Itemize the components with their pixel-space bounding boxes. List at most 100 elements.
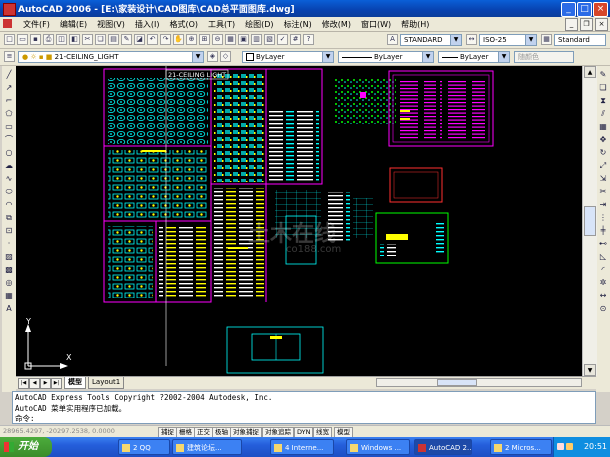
prev-tab-icon[interactable]: ◀ (29, 378, 40, 389)
taskbar-item-internet[interactable]: 4 Interne... (270, 439, 334, 455)
multiline-text-icon[interactable]: A (4, 303, 15, 314)
last-tab-icon[interactable]: ▶| (51, 378, 62, 389)
menu-dimension[interactable]: 标注(N) (279, 18, 317, 31)
dim-radius-icon[interactable]: ⊙ (598, 303, 609, 314)
gradient-icon[interactable]: ▩ (4, 264, 15, 275)
copy-icon[interactable]: ❏ (95, 34, 106, 45)
help-icon[interactable]: ? (303, 34, 314, 45)
next-tab-icon[interactable]: ▶ (40, 378, 51, 389)
markup-icon[interactable]: ✓ (277, 34, 288, 45)
scroll-thumb[interactable] (584, 206, 596, 236)
hscroll-thumb[interactable] (437, 379, 477, 386)
layer-select[interactable]: ● ☼ ▪ ■ 21-CEILING_LIGHT ▼ (18, 51, 204, 63)
menu-file[interactable]: 文件(F) (18, 18, 55, 31)
command-window[interactable]: AutoCAD Express Tools Copyright ?2002-20… (12, 391, 596, 424)
scroll-up-icon[interactable]: ▲ (584, 66, 596, 78)
copy-object-icon[interactable]: ❏ (598, 82, 609, 93)
polyline-icon[interactable]: ⌐ (4, 95, 15, 106)
point-icon[interactable]: · (4, 238, 15, 249)
array-icon[interactable]: ▦ (598, 121, 609, 132)
doc-close-button[interactable]: × (595, 18, 608, 31)
region-icon[interactable]: ◎ (4, 277, 15, 288)
polygon-icon[interactable]: ⬠ (4, 108, 15, 119)
taskbar-item-windows[interactable]: Windows ... (346, 439, 410, 455)
explode-icon[interactable]: ✲ (598, 277, 609, 288)
open-icon[interactable]: ▭ (17, 34, 28, 45)
menu-draw[interactable]: 绘图(D) (240, 18, 278, 31)
ellipse-arc-icon[interactable]: ◠ (4, 199, 15, 210)
scale-icon[interactable]: ⤢ (598, 160, 609, 171)
insert-block-icon[interactable]: ⧉ (4, 212, 15, 223)
calculator-icon[interactable]: # (290, 34, 301, 45)
layer-manager-icon[interactable]: ≡ (4, 51, 15, 62)
construction-line-icon[interactable]: ↗ (4, 82, 15, 93)
tray-icon[interactable] (566, 443, 573, 450)
make-block-icon[interactable]: ⊡ (4, 225, 15, 236)
break-at-point-icon[interactable]: ⋮ (598, 212, 609, 223)
erase-icon[interactable]: ✎ (598, 69, 609, 80)
trim-icon[interactable]: ✂ (598, 186, 609, 197)
doc-restore-button[interactable]: ❐ (580, 18, 593, 31)
stretch-icon[interactable]: ⇲ (598, 173, 609, 184)
maximize-button[interactable]: □ (577, 2, 592, 17)
block-editor-icon[interactable]: ◪ (134, 34, 145, 45)
taskbar-item-forum[interactable]: 建筑论坛... (172, 439, 242, 455)
break-icon[interactable]: ╪ (598, 225, 609, 236)
menu-format[interactable]: 格式(O) (164, 18, 203, 31)
preview-icon[interactable]: ◫ (56, 34, 67, 45)
hatch-icon[interactable]: ▨ (4, 251, 15, 262)
doc-minimize-button[interactable]: _ (565, 18, 578, 31)
menu-view[interactable]: 视图(V) (92, 18, 130, 31)
cut-icon[interactable]: ✂ (82, 34, 93, 45)
match-properties-icon[interactable]: ✎ (121, 34, 132, 45)
drawing-area[interactable]: 21-CEILING LIGHT 土木在线 co188.com Y X (16, 66, 582, 376)
circle-icon[interactable]: ○ (4, 147, 15, 158)
tab-model[interactable]: 模型 (64, 377, 86, 389)
zoom-previous-icon[interactable]: ⊖ (212, 34, 223, 45)
tab-layout1[interactable]: Layout1 (88, 377, 125, 389)
menu-insert[interactable]: 插入(I) (130, 18, 165, 31)
linetype-select[interactable]: ByLayer ▼ (338, 51, 434, 63)
zoom-window-icon[interactable]: ⊞ (199, 34, 210, 45)
publish-icon[interactable]: ◧ (69, 34, 80, 45)
save-icon[interactable]: ▪ (30, 34, 41, 45)
text-style-select[interactable]: STANDARD ▼ (400, 34, 462, 46)
rotate-icon[interactable]: ↻ (598, 147, 609, 158)
vertical-scrollbar[interactable]: ▲ ▼ (582, 66, 597, 376)
rectangle-icon[interactable]: ▭ (4, 121, 15, 132)
paste-icon[interactable]: ▤ (108, 34, 119, 45)
new-icon[interactable]: □ (4, 34, 15, 45)
scroll-down-icon[interactable]: ▼ (584, 364, 596, 376)
menu-window[interactable]: 窗口(W) (356, 18, 396, 31)
pan-icon[interactable]: ✋ (173, 34, 184, 45)
table-style-select[interactable]: Standard (554, 34, 606, 46)
autocad-app-icon[interactable] (3, 3, 16, 16)
menu-modify[interactable]: 修改(M) (317, 18, 356, 31)
table-icon[interactable]: ▦ (4, 290, 15, 301)
ellipse-icon[interactable]: ⬭ (4, 186, 15, 197)
menu-edit[interactable]: 编辑(E) (55, 18, 92, 31)
tray-icon[interactable] (557, 443, 564, 450)
redo-icon[interactable]: ↷ (160, 34, 171, 45)
taskbar-item-autocad[interactable]: AutoCAD 2... (414, 439, 472, 455)
design-center-icon[interactable]: ▣ (238, 34, 249, 45)
tool-palettes-icon[interactable]: ▥ (251, 34, 262, 45)
dim-style-select[interactable]: ISO-25 ▼ (479, 34, 537, 46)
close-button[interactable]: × (593, 2, 608, 17)
taskbar-item-qq[interactable]: 2 QQ (118, 439, 170, 455)
properties-icon[interactable]: ▦ (225, 34, 236, 45)
spline-icon[interactable]: ∿ (4, 173, 15, 184)
zoom-realtime-icon[interactable]: ⊕ (186, 34, 197, 45)
menu-help[interactable]: 帮助(H) (396, 18, 434, 31)
revision-cloud-icon[interactable]: ☁ (4, 160, 15, 171)
extend-icon[interactable]: ⇥ (598, 199, 609, 210)
minimize-button[interactable]: _ (561, 2, 576, 17)
horizontal-scrollbar[interactable] (376, 378, 582, 387)
dim-linear-icon[interactable]: ↔ (598, 290, 609, 301)
offset-icon[interactable]: ⫽ (598, 108, 609, 119)
color-select[interactable]: ByLayer ▼ (242, 51, 334, 63)
taskbar-item-microsoft[interactable]: 2 Micros... (490, 439, 552, 455)
lineweight-select[interactable]: ByLayer ▼ (438, 51, 510, 63)
sheet-set-icon[interactable]: ▧ (264, 34, 275, 45)
undo-icon[interactable]: ↶ (147, 34, 158, 45)
